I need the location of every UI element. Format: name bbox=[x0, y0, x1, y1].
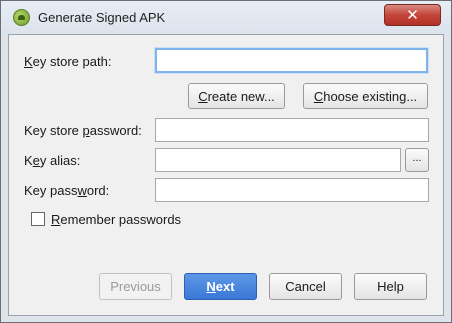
dialog-window: Generate Signed APK ✕ Key store path: Cr… bbox=[0, 0, 452, 323]
cancel-button[interactable]: Cancel bbox=[269, 273, 342, 300]
ellipsis-icon: ... bbox=[412, 152, 422, 164]
keystore-password-label: Key store password: bbox=[24, 123, 142, 138]
keystore-path-label: Key store path: bbox=[24, 54, 112, 69]
previous-button[interactable]: Previous bbox=[99, 273, 172, 300]
key-password-label: Key password: bbox=[24, 183, 110, 198]
key-password-input[interactable] bbox=[155, 178, 429, 202]
close-button[interactable]: ✕ bbox=[384, 4, 441, 26]
dialog-content: Key store path: Create new... Choose exi… bbox=[8, 34, 444, 316]
title-bar[interactable]: Generate Signed APK ✕ bbox=[1, 1, 451, 35]
create-new-button[interactable]: Create new... bbox=[188, 83, 285, 109]
window-title: Generate Signed APK bbox=[38, 10, 166, 25]
keystore-password-input[interactable] bbox=[155, 118, 429, 142]
keystore-path-input[interactable] bbox=[155, 48, 428, 73]
choose-existing-button[interactable]: Choose existing... bbox=[303, 83, 428, 109]
key-alias-input[interactable] bbox=[155, 148, 401, 172]
help-button[interactable]: Help bbox=[354, 273, 427, 300]
android-icon bbox=[13, 9, 30, 26]
next-button[interactable]: Next bbox=[184, 273, 257, 300]
remember-passwords-label[interactable]: Remember passwords bbox=[51, 212, 181, 227]
close-icon: ✕ bbox=[406, 6, 419, 24]
remember-passwords-checkbox[interactable] bbox=[31, 212, 45, 226]
key-alias-browse-button[interactable]: ... bbox=[405, 148, 429, 172]
key-alias-label: Key alias: bbox=[24, 153, 81, 168]
